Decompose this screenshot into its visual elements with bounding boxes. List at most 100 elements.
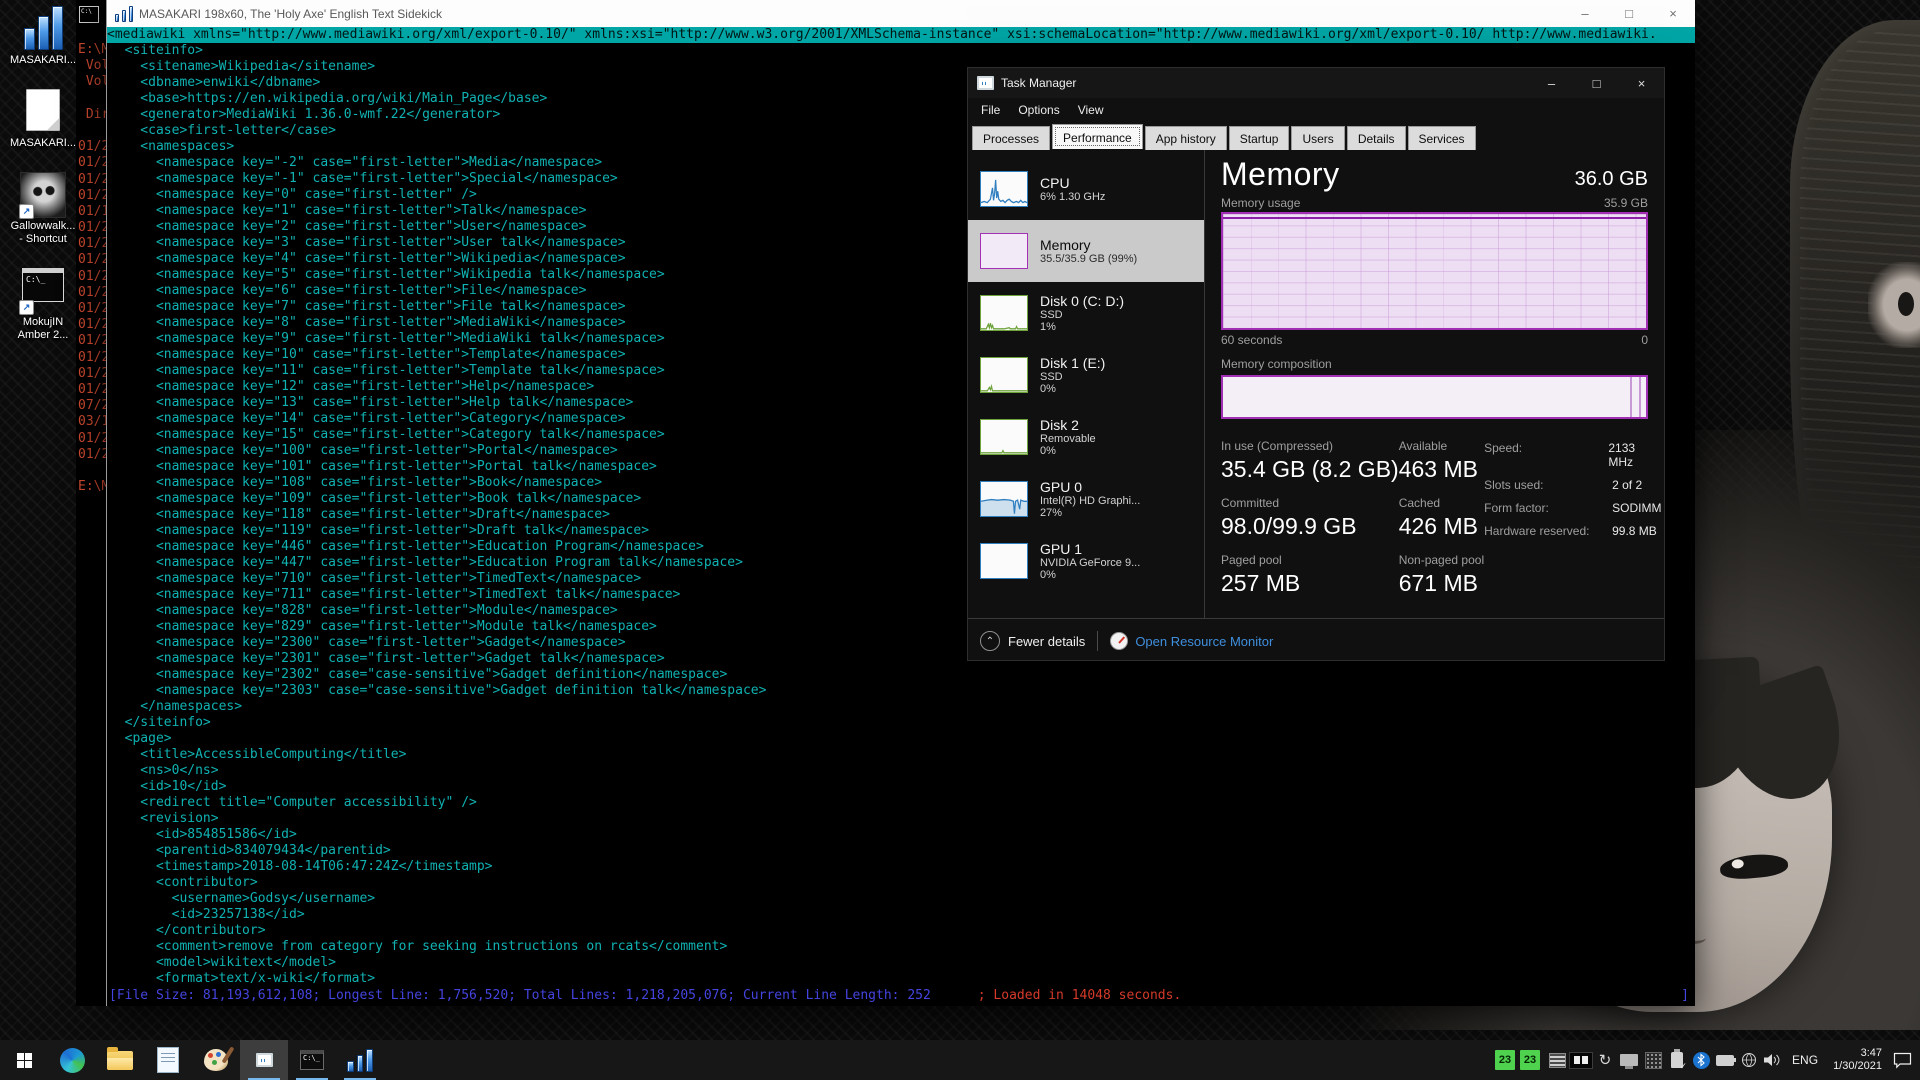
tm-item-text: Disk 0 (C: D:)SSD1% <box>1040 293 1124 333</box>
console-line: 01/2 <box>78 382 106 398</box>
code-line: <id>10</id> <box>107 779 1695 795</box>
taskbar-task-manager-button[interactable] <box>240 1040 288 1080</box>
code-line: <ns>0</ns> <box>107 763 1695 779</box>
background-console-window[interactable]: C:\ E:\M Vol Vol Dir01/201/201/201/201/1… <box>76 0 106 1006</box>
code-line: <model>wikitext</model> <box>107 955 1695 971</box>
tray-list-icon[interactable] <box>1545 1040 1569 1080</box>
taskmgr-maximize-button[interactable]: □ <box>1574 68 1619 98</box>
tray-grid-icon[interactable] <box>1641 1040 1665 1080</box>
editor-titlebar[interactable]: MASAKARI 198x60, The 'Holy Axe' English … <box>107 0 1695 27</box>
committed-value: 98.0/99.9 GB <box>1221 513 1399 540</box>
console-line: E:\M <box>78 479 106 495</box>
editor-close-button[interactable]: × <box>1651 0 1695 27</box>
desktop-icon-label: MASAKARI... <box>4 54 82 67</box>
tray-bluetooth-icon[interactable] <box>1689 1040 1713 1080</box>
console-line: E:\M <box>78 42 106 58</box>
tray-power-icon[interactable] <box>1713 1040 1737 1080</box>
start-button[interactable] <box>0 1040 48 1080</box>
tray-display-icon[interactable] <box>1617 1040 1641 1080</box>
masakari-app-icon <box>20 6 66 50</box>
tm-sidebar: CPU6% 1.30 GHzMemory35.5/35.9 GB (99%) Di… <box>968 150 1205 618</box>
taskbar-clock[interactable]: 3:47 1/30/2021 <box>1825 1047 1890 1073</box>
paint-icon <box>204 1049 228 1071</box>
console-line: Vol <box>78 74 106 90</box>
editor-maximize-button[interactable]: □ <box>1607 0 1651 27</box>
taskbar-notepad-button[interactable] <box>144 1040 192 1080</box>
tm-sidebar-item-disk1[interactable]: Disk 1 (E:)SSD0% <box>968 344 1204 406</box>
tab-details[interactable]: Details <box>1347 126 1406 150</box>
taskbar-paint-button[interactable] <box>192 1040 240 1080</box>
gauge-icon <box>1110 632 1128 650</box>
taskmgr-close-button[interactable]: × <box>1619 68 1664 98</box>
desktop-icon-mokujin[interactable]: C:\_↗ MokujINAmber 2... <box>4 268 82 342</box>
fewer-details-label: Fewer details <box>1008 634 1085 649</box>
taskbar-edge-button[interactable] <box>48 1040 96 1080</box>
tab-performance[interactable]: Performance <box>1052 124 1143 149</box>
code-line: <page> <box>107 731 1695 747</box>
tm-item-name: GPU 1 <box>1040 541 1140 557</box>
tray-sync-icon[interactable]: ↻ <box>1593 1040 1617 1080</box>
tab-processes[interactable]: Processes <box>972 126 1050 150</box>
in-use-value: 35.4 GB (8.2 GB) <box>1221 456 1399 483</box>
tm-item-sub: 0% <box>1040 383 1105 395</box>
windows-logo-icon <box>17 1053 32 1068</box>
taskmgr-minimize-button[interactable]: – <box>1529 68 1574 98</box>
code-line: <revision> <box>107 811 1695 827</box>
status-loaded-time: ; Loaded in 14048 seconds. <box>978 988 1182 1004</box>
console-line: Vol <box>78 58 106 74</box>
tm-item-sub: 35.5/35.9 GB (99%) <box>1040 253 1137 265</box>
task-manager-titlebar[interactable]: Task Manager – □ × <box>968 68 1664 98</box>
tm-sidebar-item-disk0[interactable]: Disk 0 (C: D:)SSD1% <box>968 282 1204 344</box>
memory-composition-label: Memory composition <box>1221 357 1648 371</box>
tm-sidebar-item-cpu[interactable]: CPU6% 1.30 GHz <box>968 158 1204 220</box>
temperature-badge[interactable]: 23 <box>1495 1050 1515 1070</box>
console-line: 01/2 <box>78 317 106 333</box>
tm-sidebar-item-disk2[interactable]: Disk 2Removable0% <box>968 406 1204 468</box>
tab-services[interactable]: Services <box>1408 126 1476 150</box>
editor-minimize-button[interactable]: – <box>1563 0 1607 27</box>
shortcut-arrow-icon: ↗ <box>19 204 34 219</box>
desktop-icon-masakari-file[interactable]: MASAKARI... <box>4 89 82 150</box>
desktop-icon-masakari-app[interactable]: MASAKARI... <box>4 6 82 67</box>
menu-view[interactable]: View <box>1069 100 1113 120</box>
cached-value: 426 MB <box>1399 513 1484 540</box>
tray-volume-icon[interactable] <box>1761 1040 1785 1080</box>
menu-options[interactable]: Options <box>1009 100 1068 120</box>
tab-startup[interactable]: Startup <box>1229 126 1290 150</box>
tray-network-icon[interactable] <box>1737 1040 1761 1080</box>
hardware-reserved-value: 99.8 MB <box>1612 524 1657 538</box>
memory-statistics: In use (Compressed)35.4 GB (8.2 GB) Comm… <box>1221 439 1648 610</box>
desktop-icon-gallowwalker[interactable]: ↗ Gallowwalk...- Shortcut <box>4 172 82 246</box>
code-line: <timestamp>2018-08-14T06:47:24Z</timesta… <box>107 859 1695 875</box>
temperature-badge[interactable]: 23 <box>1520 1050 1540 1070</box>
taskbar: C:\_ 23 23 ↻ ENG 3:47 1/30/ <box>0 1040 1920 1080</box>
taskbar-explorer-button[interactable] <box>96 1040 144 1080</box>
tm-item-sub: NVIDIA GeForce 9... <box>1040 557 1140 569</box>
taskbar-cmd-button[interactable]: C:\_ <box>288 1040 336 1080</box>
tm-item-name: Disk 2 <box>1040 417 1096 433</box>
open-resource-monitor-link[interactable]: Open Resource Monitor <box>1110 632 1273 650</box>
menu-file[interactable]: File <box>972 100 1009 120</box>
tm-sidebar-item-gpu1[interactable]: GPU 1NVIDIA GeForce 9...0% <box>968 530 1204 592</box>
paged-pool-value: 257 MB <box>1221 570 1399 597</box>
tab-app-history[interactable]: App history <box>1145 126 1227 150</box>
taskbar-masakari-button[interactable] <box>336 1040 384 1080</box>
tray-letterbox-icon[interactable] <box>1569 1040 1593 1080</box>
stat-label: In use (Compressed) <box>1221 439 1399 453</box>
memory-panel-title: Memory <box>1221 156 1575 193</box>
tm-sidebar-item-gpu0[interactable]: GPU 0Intel(R) HD Graphi...27% <box>968 468 1204 530</box>
fewer-details-button[interactable]: ⌃ Fewer details <box>980 631 1085 651</box>
tm-sidebar-item-memory[interactable]: Memory35.5/35.9 GB (99%) <box>968 220 1204 282</box>
task-manager-menubar: File Options View <box>968 98 1664 122</box>
code-line: <username>Godsy</username> <box>107 891 1695 907</box>
artwork-eye <box>1868 262 1920 348</box>
tray-usb-icon[interactable] <box>1665 1040 1689 1080</box>
language-indicator[interactable]: ENG <box>1785 1053 1825 1067</box>
resource-monitor-label: Open Resource Monitor <box>1135 634 1273 649</box>
tm-item-sub: Intel(R) HD Graphi... <box>1040 495 1140 507</box>
console-line: 01/2 <box>78 285 106 301</box>
action-center-icon[interactable] <box>1890 1040 1914 1080</box>
code-line: <siteinfo> <box>107 43 1695 59</box>
tab-users[interactable]: Users <box>1291 126 1344 150</box>
memory-hardware-details: Speed:2133 MHz Slots used:2 of 2 Form fa… <box>1484 439 1661 610</box>
